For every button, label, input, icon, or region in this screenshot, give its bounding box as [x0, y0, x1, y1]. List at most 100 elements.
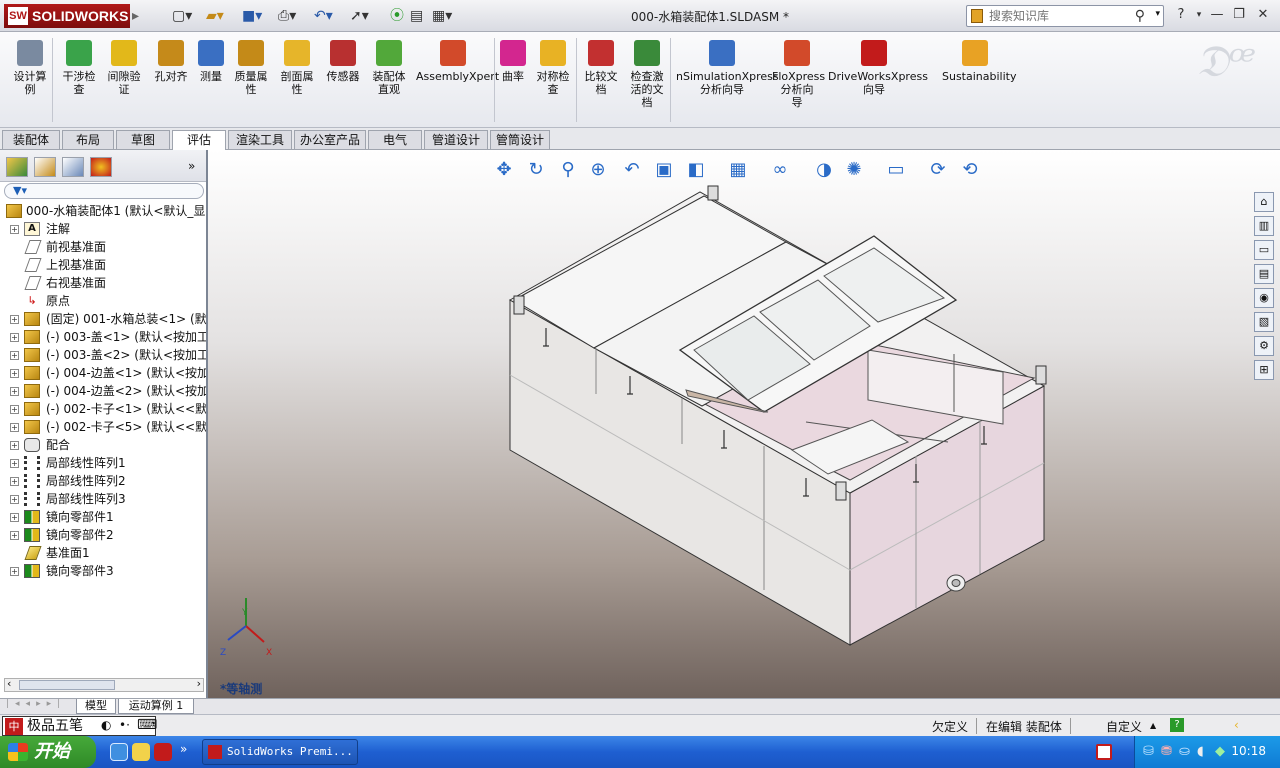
- tree-item[interactable]: + (-) 002-卡子<5> (默认<<默认: [0, 418, 206, 436]
- tray-speaker-icon[interactable]: ◖: [1197, 744, 1204, 759]
- previous-view-icon[interactable]: ↶: [620, 158, 644, 182]
- tool-simxpress-button[interactable]: nSimulationXpress 分析向导: [676, 40, 779, 96]
- search-box[interactable]: ⚲ ▾: [966, 5, 1164, 27]
- tree-item[interactable]: + 配合: [0, 436, 206, 454]
- scroll-right-icon[interactable]: ›: [197, 677, 201, 690]
- rebuild-icon[interactable]: ⟳: [926, 158, 950, 182]
- tab-2[interactable]: 草图: [116, 130, 170, 149]
- feature-manager-icon[interactable]: [6, 157, 28, 177]
- tab-0[interactable]: 装配体: [2, 130, 60, 149]
- solidworks-forum-icon[interactable]: ⚙: [1254, 336, 1274, 356]
- open-document-icon[interactable]: ▰▾: [206, 6, 224, 26]
- tree-item[interactable]: 前视基准面: [0, 238, 206, 256]
- help-status-icon[interactable]: ?: [1170, 718, 1184, 732]
- search-dropdown-icon[interactable]: ▾: [1155, 9, 1160, 19]
- tank-assembly-model[interactable]: [208, 150, 1280, 698]
- tray-network-icon[interactable]: ⛁: [1143, 744, 1154, 759]
- expand-icon[interactable]: +: [10, 513, 19, 522]
- graphics-area[interactable]: Y X Z ✥ ↻ ⚲⊕ ↶ ▣ ◧ ▦ ∞ ◑✺ ▭ ⟳ ⟲ ⊡ ⊟ — ❐ ✕ ⌂ ▥ ▭ ▤ ◉…: [208, 150, 1280, 698]
- view-palette-icon[interactable]: ▤: [1254, 264, 1274, 284]
- tray-shield-icon[interactable]: ◆: [1215, 744, 1225, 759]
- tree-item[interactable]: + (-) 002-卡子<1> (默认<<默认: [0, 400, 206, 418]
- edit-appearance-icon[interactable]: ◑: [812, 158, 836, 182]
- start-button[interactable]: 开始: [0, 736, 96, 768]
- tab-5[interactable]: 办公室产品: [294, 130, 366, 149]
- close-button[interactable]: ✕: [1254, 6, 1272, 24]
- view-orientation-icon[interactable]: ◧: [684, 158, 708, 182]
- tool-design-study-button[interactable]: 设计算 例: [10, 40, 50, 96]
- tool-symmetry-button[interactable]: 对称检 查: [532, 40, 574, 96]
- solidworks-quick-icon[interactable]: [154, 743, 172, 761]
- tool-check-doc-button[interactable]: 检查激 活的文 档: [626, 40, 668, 109]
- help-dropdown-icon[interactable]: ▾: [1190, 6, 1208, 24]
- units-arrow-icon[interactable]: ▲: [1150, 721, 1156, 730]
- appearances-icon[interactable]: ◉: [1254, 288, 1274, 308]
- tab-3[interactable]: 评估: [172, 130, 226, 151]
- viewport-tile-icon[interactable]: ⊡: [1158, 150, 1169, 153]
- viewport-restore-icon[interactable]: ❐: [1226, 150, 1238, 153]
- taskbar-solidworks-task[interactable]: SolidWorks Premi...: [202, 739, 358, 765]
- tab-7[interactable]: 管道设计: [424, 130, 488, 149]
- tree-item[interactable]: + 镜向零部件3: [0, 562, 206, 580]
- custom-properties-icon[interactable]: ▧: [1254, 312, 1274, 332]
- tool-hole-align-button[interactable]: 孔对齐: [152, 40, 190, 83]
- search-input[interactable]: [989, 8, 1129, 24]
- ime-keyboard-icon[interactable]: ⌨: [137, 717, 157, 733]
- expand-icon[interactable]: +: [10, 315, 19, 324]
- select-icon[interactable]: ➚▾: [350, 6, 369, 26]
- toolbox-icon[interactable]: ⊞: [1254, 360, 1274, 380]
- section-view-icon[interactable]: ▣: [652, 158, 676, 182]
- file-explorer-icon[interactable]: ▭: [1254, 240, 1274, 260]
- tray-sw-icon[interactable]: ⛃: [1161, 744, 1172, 759]
- hide-show-icon[interactable]: ∞: [768, 158, 792, 182]
- help-button[interactable]: ?: [1172, 6, 1190, 24]
- tree-item[interactable]: ↳ 原点: [0, 292, 206, 310]
- tab-1[interactable]: 布局: [62, 130, 114, 149]
- tool-assemblyxpert-button[interactable]: AssemblyXpert: [416, 40, 499, 83]
- tool-driveworks-button[interactable]: DriveWorksXpress 向导: [828, 40, 928, 96]
- tool-sustainability-button[interactable]: Sustainability: [942, 40, 1016, 83]
- save-icon[interactable]: ■▾: [242, 6, 262, 26]
- expand-icon[interactable]: +: [10, 441, 19, 450]
- rebuild-traffic-light-icon[interactable]: ⦿: [390, 6, 404, 26]
- rotate-icon[interactable]: ↻: [524, 158, 548, 182]
- tab-navigation-icon[interactable]: |◂◂▸▸|: [6, 699, 66, 709]
- expand-icon[interactable]: +: [10, 369, 19, 378]
- resources-icon[interactable]: ⌂: [1254, 192, 1274, 212]
- file-properties-icon[interactable]: ▤: [410, 6, 423, 26]
- restore-button[interactable]: ❐: [1230, 6, 1248, 24]
- expand-icon[interactable]: +: [10, 567, 19, 576]
- expand-icon[interactable]: +: [10, 405, 19, 414]
- status-collapse-icon[interactable]: ‹: [1234, 718, 1239, 732]
- search-icon[interactable]: ⚲: [1135, 8, 1145, 24]
- tree-item[interactable]: + (-) 004-边盖<1> (默认<按加工: [0, 364, 206, 382]
- tree-item[interactable]: + (-) 004-边盖<2> (默认<按加工: [0, 382, 206, 400]
- explorer-icon[interactable]: [132, 743, 150, 761]
- scroll-left-icon[interactable]: ‹: [7, 677, 11, 690]
- expand-icon[interactable]: +: [10, 459, 19, 468]
- tree-root[interactable]: 000-水箱装配体1 (默认<默认_显: [0, 202, 206, 220]
- property-manager-icon[interactable]: [34, 157, 56, 177]
- undo-icon[interactable]: ↶▾: [314, 6, 333, 26]
- regen-icon[interactable]: ⟲: [958, 158, 982, 182]
- expand-icon[interactable]: +: [10, 495, 19, 504]
- display-manager-icon[interactable]: [90, 157, 112, 177]
- tool-mass-props-button[interactable]: 质量属 性: [230, 40, 272, 96]
- tree-item[interactable]: + (-) 003-盖<1> (默认<按加工: [0, 328, 206, 346]
- expand-icon[interactable]: +: [10, 225, 19, 234]
- apply-scene-icon[interactable]: ✺: [842, 158, 866, 182]
- tab-4[interactable]: 渲染工具: [228, 130, 292, 149]
- viewport-split-icon[interactable]: ⊟: [1182, 150, 1193, 153]
- expand-panel-icon[interactable]: »: [188, 159, 195, 173]
- ie-icon[interactable]: [110, 743, 128, 761]
- expand-icon[interactable]: +: [10, 387, 19, 396]
- tool-clearance-button[interactable]: 间隙验 证: [104, 40, 144, 96]
- tray-monitor-icon[interactable]: ⛀: [1179, 744, 1190, 759]
- tree-item[interactable]: + 局部线性阵列1: [0, 454, 206, 472]
- tab-motion-study[interactable]: 运动算例 1: [118, 699, 194, 714]
- quick-launch-more-icon[interactable]: »: [180, 742, 187, 756]
- expand-icon[interactable]: +: [10, 351, 19, 360]
- tool-interference-button[interactable]: 干涉检 查: [60, 40, 98, 96]
- tool-asm-visual-button[interactable]: 装配体 直观: [368, 40, 410, 96]
- expand-icon[interactable]: +: [10, 423, 19, 432]
